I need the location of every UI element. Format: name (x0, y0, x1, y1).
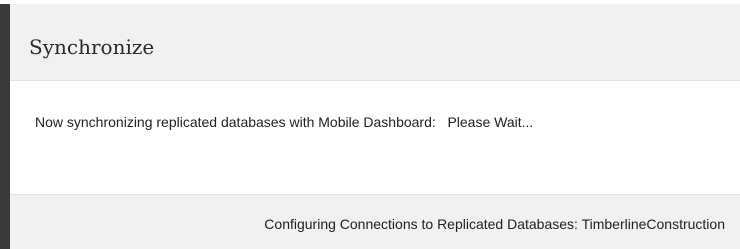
synchronize-dialog: Synchronize Now synchronizing replicated… (10, 4, 740, 249)
dialog-body: Now synchronizing replicated databases w… (10, 81, 740, 194)
dialog-header: Synchronize (10, 4, 740, 81)
window-left-border (0, 4, 10, 249)
sync-status-text: Configuring Connections to Replicated Da… (264, 216, 725, 232)
dialog-title: Synchronize (29, 35, 155, 59)
screen: Synchronize Now synchronizing replicated… (0, 0, 740, 249)
sync-progress-message: Now synchronizing replicated databases w… (35, 114, 534, 130)
dialog-footer: Configuring Connections to Replicated Da… (10, 194, 740, 249)
